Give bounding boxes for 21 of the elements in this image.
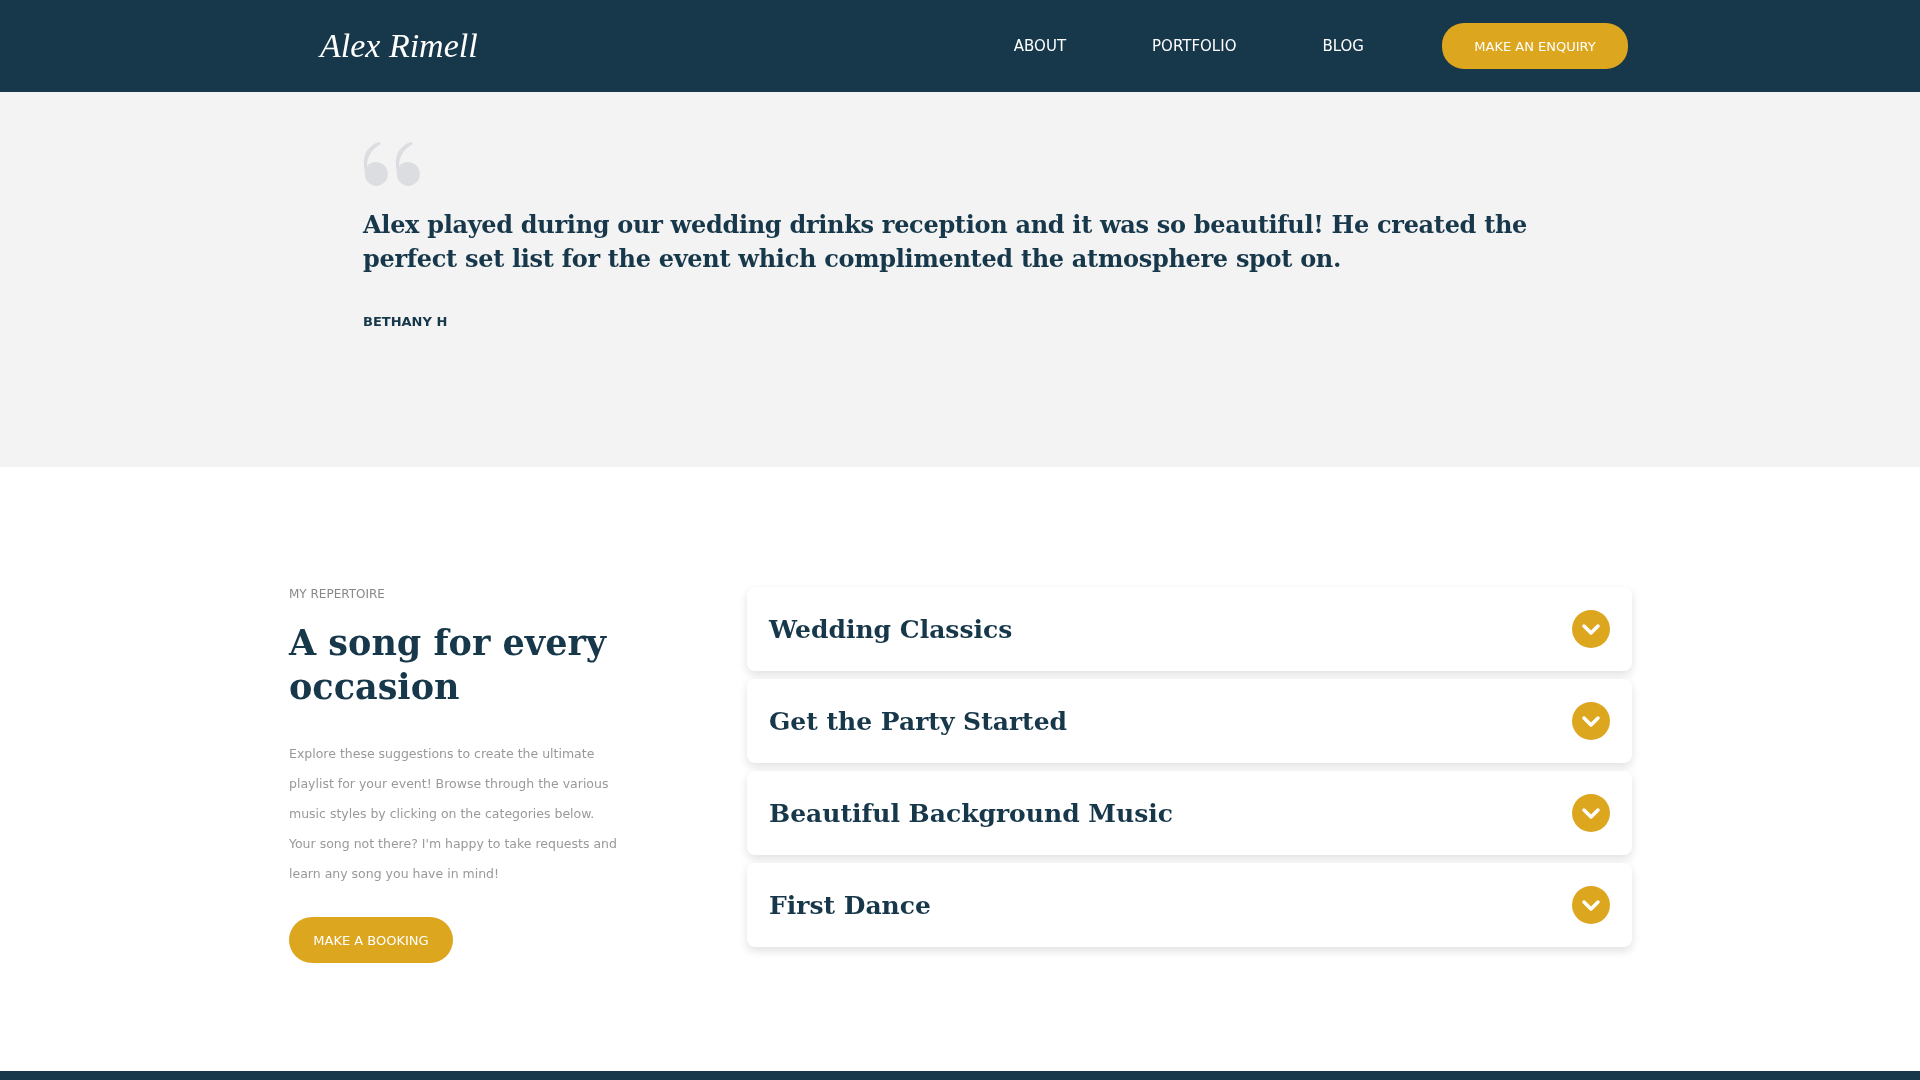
accordion-title: Wedding Classics — [769, 614, 1013, 644]
chevron-icon[interactable] — [1572, 702, 1610, 740]
accordion-item[interactable]: First Dance — [747, 863, 1632, 947]
testimonial-quote: Alex played during our wedding drinks reception and it was so beautiful! He created the perfect set list for the event which complimented the atmosphere spot on. — [363, 209, 1529, 275]
accordion-title: Get the Party Started — [769, 706, 1068, 736]
accordion-item[interactable]: Get the Party Started — [747, 679, 1632, 763]
logo[interactable]: Alex Rimell — [320, 27, 478, 65]
chevron-icon[interactable] — [1572, 794, 1610, 832]
nav-link[interactable]: ABOUT — [1013, 37, 1067, 55]
accordion-item[interactable]: Beautiful Background Music — [747, 771, 1632, 855]
accordion-title: First Dance — [769, 890, 931, 920]
nav-link[interactable]: BLOG — [1322, 37, 1364, 55]
section-heading: A song for every occasion — [289, 621, 608, 709]
chevron-icon[interactable] — [1572, 610, 1610, 648]
section-eyebrow: MY REPERTOIRE — [289, 587, 386, 601]
accordion-item[interactable]: Wedding Classics — [747, 587, 1632, 671]
section-description: Explore these suggestions to create the ultimate playlist for your event! Browse through the various music styles by clicking on the categories below. Your song not there? I'm happy to take requests and learn any song you have in mind! — [289, 745, 618, 883]
nav-link[interactable]: PORTFOLIO — [1152, 37, 1237, 55]
accordion-title: Beautiful Background Music — [769, 798, 1173, 828]
chevron-icon[interactable] — [1572, 886, 1610, 924]
testimonial-author: BETHANY H — [363, 314, 449, 329]
